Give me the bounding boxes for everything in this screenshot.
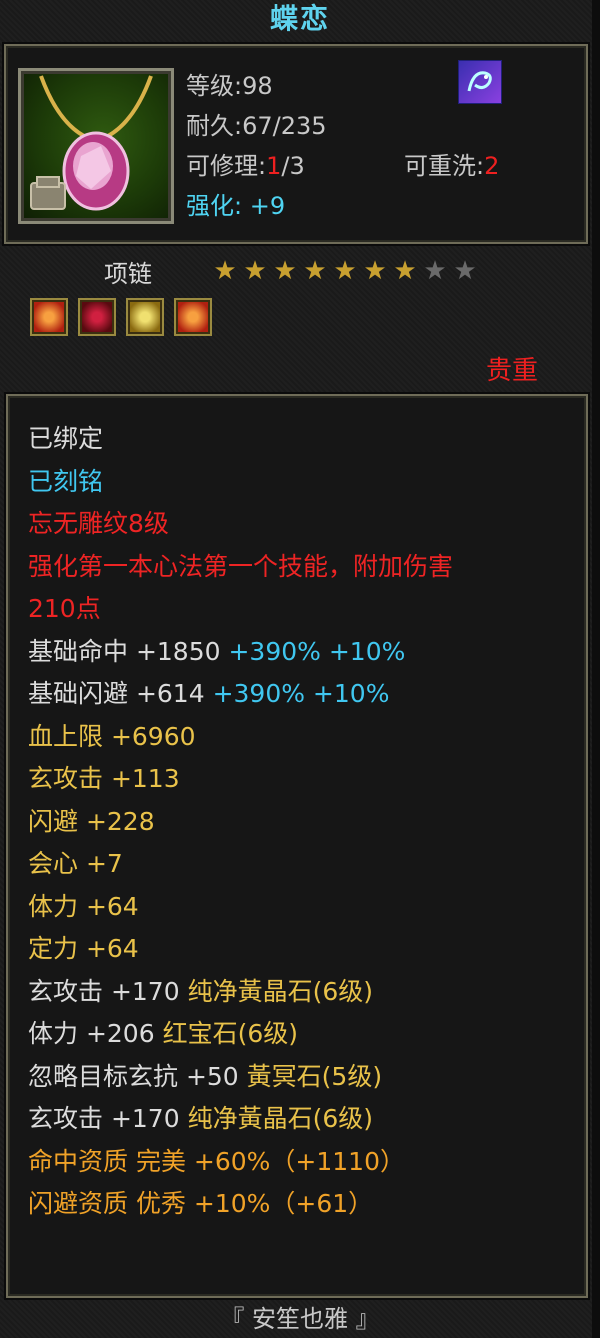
item-level: 等级:98 [186,72,273,100]
base-hit-label: 基础命中 +1850 [28,637,229,666]
gem-stat-line: 玄攻击 +170 纯净黃晶石(6级) [28,1102,373,1136]
crit-stat: 会心 +7 [28,849,123,878]
item-description-panel: 已绑定 已刻铭 忘无雕纹8级 强化第一本心法第一个技能，附加伤害 210点 基础… [6,394,588,1298]
owner-signature: 『 安笙也雅 』 [220,1305,380,1333]
engraved-status: 已刻铭 [28,467,104,496]
base-dodge-label: 基础闪避 +614 [28,679,213,708]
item-enhance: 强化: +9 [186,192,286,220]
gem-name: 红宝石(6级) [162,1019,298,1048]
item-repair: 可修理:1/3 [186,146,305,181]
gem-name: 黃冥石(5级) [246,1062,383,1091]
gem-stat-value: 玄攻击 +170 [28,1104,188,1133]
gem-name: 纯净黃晶石(6级) [187,977,373,1006]
gem-stat-value: 体力 +206 [28,1019,163,1048]
gem-stat-value: 玄攻击 +170 [28,977,188,1006]
necklace-item-icon[interactable] [18,68,174,224]
yellow-gem-icon[interactable] [126,298,164,336]
item-tooltip: 蝶恋 等级:98 耐久:67/235 可修理:1/3 可重洗:2 强化: +9 [0,0,600,1338]
repair-total: /3 [281,152,305,180]
star-filled-icon: ★ [213,256,237,286]
star-empty-icon: ★ [453,256,477,286]
item-header-panel: 等级:98 耐久:67/235 可修理:1/3 可重洗:2 强化: +9 [4,44,588,244]
skill-bonus-value: 210点 [28,594,101,623]
skill-bonus-line: 强化第一本心法第一个技能，附加伤害 [28,552,454,581]
dodge-aptitude: 闪避资质 优秀 +10%（+61） [28,1189,374,1218]
item-rewash: 可重洗:2 [404,146,499,181]
dodge-stat: 闪避 +228 [28,807,155,836]
star-filled-icon: ★ [333,256,357,286]
rewash-label: 可重洗: [404,152,485,180]
star-filled-icon: ★ [363,256,387,286]
rewash-value: 2 [484,152,500,180]
bound-status: 已绑定 [28,424,104,453]
item-durability: 耐久:67/235 [186,112,327,140]
gem-stat-line: 玄攻击 +170 纯净黃晶石(6级) [28,975,373,1009]
stamina-stat: 体力 +64 [28,892,139,921]
hp-stat: 血上限 +6960 [28,722,196,751]
star-filled-icon: ★ [303,256,327,286]
item-type: 项链 [104,260,152,288]
base-dodge-stat: 基础闪避 +614 +390% +10% [28,677,389,711]
mystic-attack-stat: 玄攻击 +113 [28,764,180,793]
gem-stat-line: 忽略目标玄抗 +50 黃冥石(5级) [28,1060,382,1094]
gem-stat-value: 忽略目标玄抗 +50 [28,1062,247,1091]
item-name: 蝶恋 [269,2,330,35]
dragon-emblem-icon[interactable] [458,60,502,104]
base-hit-stat: 基础命中 +1850 +390% +10% [28,635,405,669]
carving-level: 忘无雕纹8级 [28,509,169,538]
focus-stat: 定力 +64 [28,934,139,963]
base-dodge-bonus: +390% +10% [212,679,390,708]
red-gem-icon[interactable] [78,298,116,336]
rarity-label: 贵重 [486,356,539,386]
red-orange-gem-icon[interactable] [30,298,68,336]
repair-label: 可修理: [186,152,267,180]
gem-stat-line: 体力 +206 红宝石(6级) [28,1017,298,1051]
star-filled-icon: ★ [243,256,267,286]
gem-name: 纯净黃晶石(6级) [187,1104,373,1133]
star-filled-icon: ★ [393,256,417,286]
star-filled-icon: ★ [273,256,297,286]
star-empty-icon: ★ [423,256,447,286]
base-hit-bonus: +390% +10% [228,637,406,666]
necklace-icon [30,75,153,211]
hit-aptitude: 命中资质 完美 +60%（+1110） [28,1147,405,1176]
red-orange-gem-icon[interactable] [174,298,212,336]
scrollbar-track[interactable] [592,0,600,1338]
repair-used: 1 [266,152,282,180]
